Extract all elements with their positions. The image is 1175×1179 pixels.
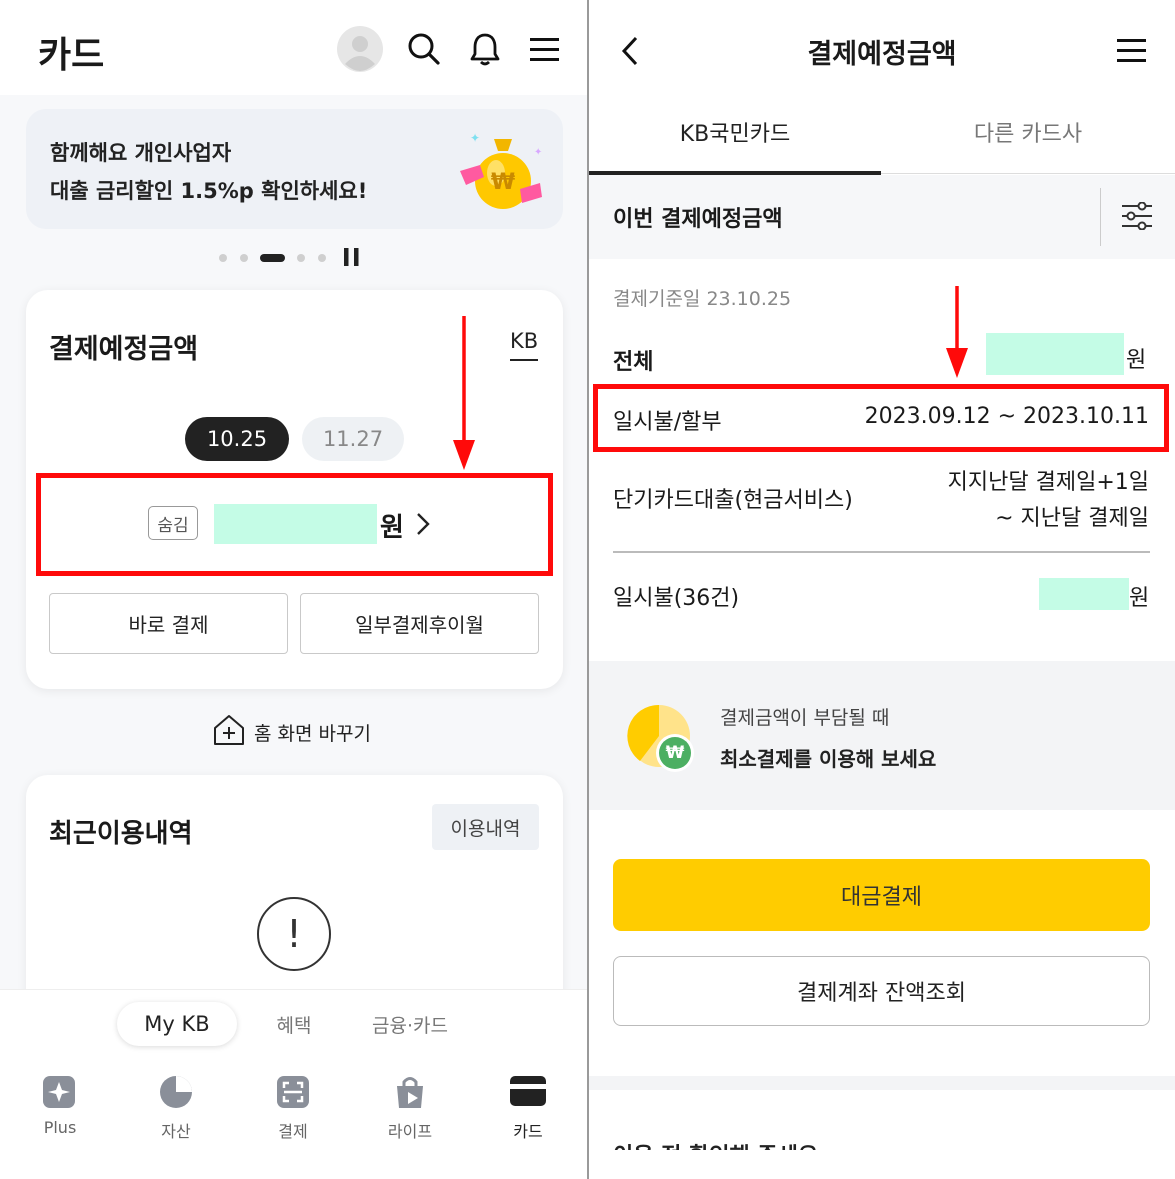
min-payment-promo[interactable]: ₩ 결제금액이 부담될 때 최소결제를 이용해 보세요 <box>589 661 1175 810</box>
lump-sum-label: 일시불(36건) <box>613 586 740 611</box>
date-chip[interactable]: 11.27 <box>302 417 404 461</box>
shopping-bag-icon <box>397 1077 423 1108</box>
won-symbol: ₩ <box>665 743 685 763</box>
section-divider-vertical <box>1100 188 1101 246</box>
carousel-dot[interactable] <box>297 254 305 262</box>
pay-bill-button[interactable]: 대금결제 <box>613 859 1150 931</box>
promo-banner[interactable]: 함께해요 개인사업자 대출 금리할인 1.5%p 확인하세요! ✦ ✦ ₩ <box>26 109 563 229</box>
credit-card-icon <box>510 1076 546 1106</box>
row-divider <box>613 551 1150 553</box>
plus-star-icon <box>43 1076 75 1108</box>
total-amount-masked <box>986 333 1124 375</box>
base-date: 결제기준일 23.10.25 <box>613 288 792 310</box>
pie-chart-icon <box>160 1076 192 1108</box>
nav-life[interactable]: 라이프 <box>370 1074 450 1144</box>
section-title: 이번 결제예정금액 <box>613 207 783 232</box>
highlight-box-installment <box>593 384 1169 452</box>
alert-icon: ! <box>257 897 331 971</box>
promo-line-2: 최소결제를 이용해 보세요 <box>720 747 937 771</box>
left-screen: 카드 함께해요 개인사업자 대출 금리할인 1.5%p 확인하세요! ✦ ✦ ₩… <box>0 0 588 1179</box>
nav-label: 카드 <box>513 1122 543 1141</box>
nav-label: Plus <box>43 1118 77 1137</box>
banner-line-1: 함께해요 개인사업자 <box>50 141 232 165</box>
nav-payment[interactable]: 결제 <box>253 1074 333 1144</box>
nav-card[interactable]: 카드 <box>488 1074 568 1144</box>
promo-line-1: 결제금액이 부담될 때 <box>720 707 890 729</box>
recent-usage-title: 최근이용내역 <box>49 819 193 849</box>
nav-label: 자산 <box>161 1122 191 1141</box>
nav-assets[interactable]: 자산 <box>136 1074 216 1144</box>
cash-service-period-1: 지지난달 결제일+1일 <box>947 470 1149 495</box>
arrow-down-icon <box>450 316 478 476</box>
highlight-box-amount <box>36 473 553 576</box>
cash-service-label: 단기카드대출(현금서비스) <box>613 488 853 513</box>
partial-pay-button[interactable]: 일부결제후이월 <box>300 593 539 654</box>
tab-finance-card[interactable]: 금융·카드 <box>356 1006 464 1042</box>
cash-service-period-2: ~ 지난달 결제일 <box>995 506 1149 531</box>
search-icon[interactable] <box>407 32 441 70</box>
cut-off-section: 이용 전 확인해 주세요 <box>589 1136 1175 1150</box>
filter-icon[interactable] <box>1121 201 1153 234</box>
bell-icon[interactable] <box>468 31 502 71</box>
profile-icon <box>337 26 383 72</box>
pay-now-button[interactable]: 바로 결제 <box>49 593 288 654</box>
cut-off-text: 이용 전 확인해 주세요 <box>613 1138 818 1150</box>
total-label: 전체 <box>613 350 654 375</box>
balance-check-button[interactable]: 결제계좌 잔액조회 <box>613 956 1150 1026</box>
payment-card-title: 결제예정금액 <box>49 334 199 365</box>
svg-text:✦: ✦ <box>470 131 480 145</box>
nav-label: 결제 <box>278 1122 308 1141</box>
bottom-nav: My KB 혜택 금융·카드 Plus 자산 결제 라이프 카드 <box>0 989 588 1179</box>
pause-icon[interactable] <box>342 248 362 266</box>
page-title: 카드 <box>38 35 105 76</box>
tab-benefits[interactable]: 혜택 <box>256 1006 332 1042</box>
carousel-dot[interactable] <box>219 254 227 262</box>
tab-my-kb[interactable]: My KB <box>117 1002 237 1046</box>
card-brand-tab[interactable]: KB <box>510 329 539 361</box>
date-chip-active[interactable]: 10.25 <box>185 417 289 461</box>
section-gap <box>589 1076 1175 1090</box>
arrow-down-icon <box>943 286 971 382</box>
total-unit: 원 <box>1126 348 1147 373</box>
right-screen: 결제예정금액 KB국민카드 다른 카드사 이번 결제예정금액 결제기준일 23.… <box>589 0 1175 1179</box>
tab-kb-card[interactable]: KB국민카드 <box>589 108 881 156</box>
tab-divider <box>881 173 1175 174</box>
menu-icon[interactable] <box>1117 38 1147 68</box>
carousel-indicator <box>216 248 366 266</box>
carousel-dot-active[interactable] <box>260 254 285 262</box>
lump-sum-amount-masked <box>1039 578 1129 610</box>
avatar[interactable] <box>337 26 383 72</box>
banner-line-2: 대출 금리할인 1.5%p 확인하세요! <box>50 179 368 203</box>
usage-history-button[interactable]: 이용내역 <box>432 804 539 850</box>
svg-text:✦: ✦ <box>534 147 542 158</box>
lump-sum-unit: 원 <box>1129 586 1150 611</box>
nav-label: 라이프 <box>387 1122 433 1141</box>
menu-icon[interactable] <box>530 37 560 67</box>
page-title: 결제예정금액 <box>807 39 957 70</box>
home-change-label: 홈 화면 바꾸기 <box>254 722 371 745</box>
scan-icon <box>277 1076 309 1108</box>
pie-coin-icon: ₩ <box>627 704 697 774</box>
coin-symbol: ₩ <box>490 169 516 195</box>
nav-plus[interactable]: Plus <box>20 1074 100 1144</box>
money-bag-icon: ✦ ✦ ₩ <box>458 127 548 213</box>
home-add-icon <box>212 713 246 751</box>
home-change-link[interactable]: 홈 화면 바꾸기 <box>212 714 371 750</box>
tab-other-card[interactable]: 다른 카드사 <box>881 108 1175 156</box>
carousel-dot[interactable] <box>240 254 248 262</box>
carousel-dot[interactable] <box>318 254 326 262</box>
